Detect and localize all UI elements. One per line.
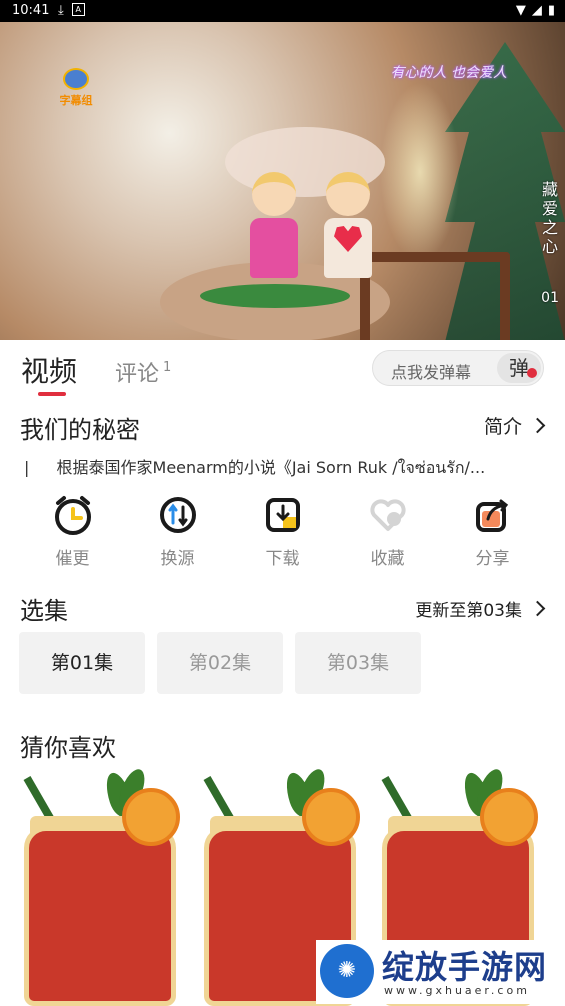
favorite-label: 收藏 — [370, 549, 405, 569]
share-button[interactable]: 分享 — [440, 492, 545, 577]
switch-source-button[interactable]: 换源 — [125, 492, 230, 577]
episode-item[interactable]: 第01集 — [19, 632, 145, 694]
watermark-name: 绽放手游网 — [382, 948, 548, 986]
notification-icon: A — [71, 3, 85, 16]
tab-video[interactable]: 视频 — [21, 350, 77, 390]
share-icon — [475, 499, 508, 532]
status-bar: 10:41 ⤓ A ▼ ◢ ▮ — [0, 0, 565, 22]
intro-label: 简介 — [483, 416, 522, 438]
video-episode-label: 01 — [541, 290, 559, 306]
heart-icon — [369, 499, 406, 531]
action-row: 催更 换源 下载 收藏 分享 — [0, 492, 565, 577]
danmaku-placeholder: 点我发弹幕 — [391, 363, 472, 382]
battery-icon: ▮ — [547, 3, 555, 18]
recommend-item[interactable] — [18, 765, 190, 1006]
chevron-right-icon — [529, 600, 546, 617]
signal-icon: ◢ — [531, 3, 542, 18]
video-scene-doll — [244, 172, 304, 292]
site-watermark: ✺ 绽放手游网 www.gxhuaer.com — [316, 940, 565, 1004]
recommend-title: 猜你喜欢 — [20, 734, 116, 762]
fansub-logo: 字幕组 — [52, 64, 100, 110]
remind-update-label: 催更 — [55, 549, 90, 569]
status-time: 10:41 — [12, 3, 50, 18]
show-description[interactable]: | 根据泰国作家Meenarm的小说《Jai Sorn Ruk /ใจซ่อนร… — [24, 454, 546, 481]
switch-source-label: 换源 — [160, 549, 195, 569]
show-title: 我们的秘密 — [20, 416, 140, 444]
remind-update-button[interactable]: 催更 — [20, 492, 125, 577]
watermark-url: www.gxhuaer.com — [384, 984, 530, 997]
tab-comment[interactable]: 评论 1 — [115, 356, 171, 388]
video-overlay-text: 有心的人 也会爱人 — [390, 65, 507, 81]
intro-link[interactable]: 简介 — [483, 412, 546, 439]
danmaku-status-icon — [527, 368, 537, 378]
danmaku-button-label: 弹 — [509, 356, 529, 380]
video-scene-spark — [380, 82, 460, 262]
episodes-update-text: 更新至第03集 — [415, 601, 522, 621]
download-button[interactable]: 下载 — [230, 492, 335, 577]
alarm-clock-icon — [54, 496, 91, 535]
octopus-logo-icon: ✺ — [320, 944, 374, 998]
episode-item[interactable]: 第02集 — [157, 632, 283, 694]
video-side-title: 藏爱之心 — [541, 180, 558, 256]
chevron-right-icon — [529, 417, 546, 434]
download-icon: ⤓ — [58, 3, 64, 18]
download-label: 下载 — [265, 549, 300, 569]
video-scene-chair — [360, 252, 510, 340]
show-description-text: 根据泰国作家Meenarm的小说《Jai Sorn Ruk /ใจซ่อนรัก… — [56, 458, 486, 477]
comment-count: 1 — [163, 360, 172, 375]
tab-indicator — [38, 392, 66, 396]
tab-comment-label: 评论 — [115, 362, 160, 387]
favorite-button[interactable]: 收藏 — [335, 492, 440, 577]
heart-prop — [334, 226, 362, 252]
detail-tabs: 视频 评论 1 点我发弹幕 弹 — [0, 340, 565, 400]
episode-item[interactable]: 第03集 — [295, 632, 421, 694]
danmaku-input[interactable]: 点我发弹幕 弹 — [372, 350, 544, 386]
episode-list: 第01集 第02集 第03集 — [19, 632, 421, 694]
bear-icon — [63, 68, 89, 90]
share-label: 分享 — [475, 549, 510, 569]
video-player[interactable]: 字幕组 有心的人 也会爱人 藏爱之心 01 — [0, 22, 565, 340]
switch-source-icon — [159, 497, 196, 533]
fansub-logo-text: 字幕组 — [59, 94, 93, 107]
wifi-icon: ▼ — [515, 3, 526, 18]
video-scene-doll — [318, 172, 378, 292]
episodes-title: 选集 — [20, 597, 68, 625]
download-icon — [265, 498, 300, 532]
episodes-more-link[interactable]: 更新至第03集 — [415, 596, 546, 621]
